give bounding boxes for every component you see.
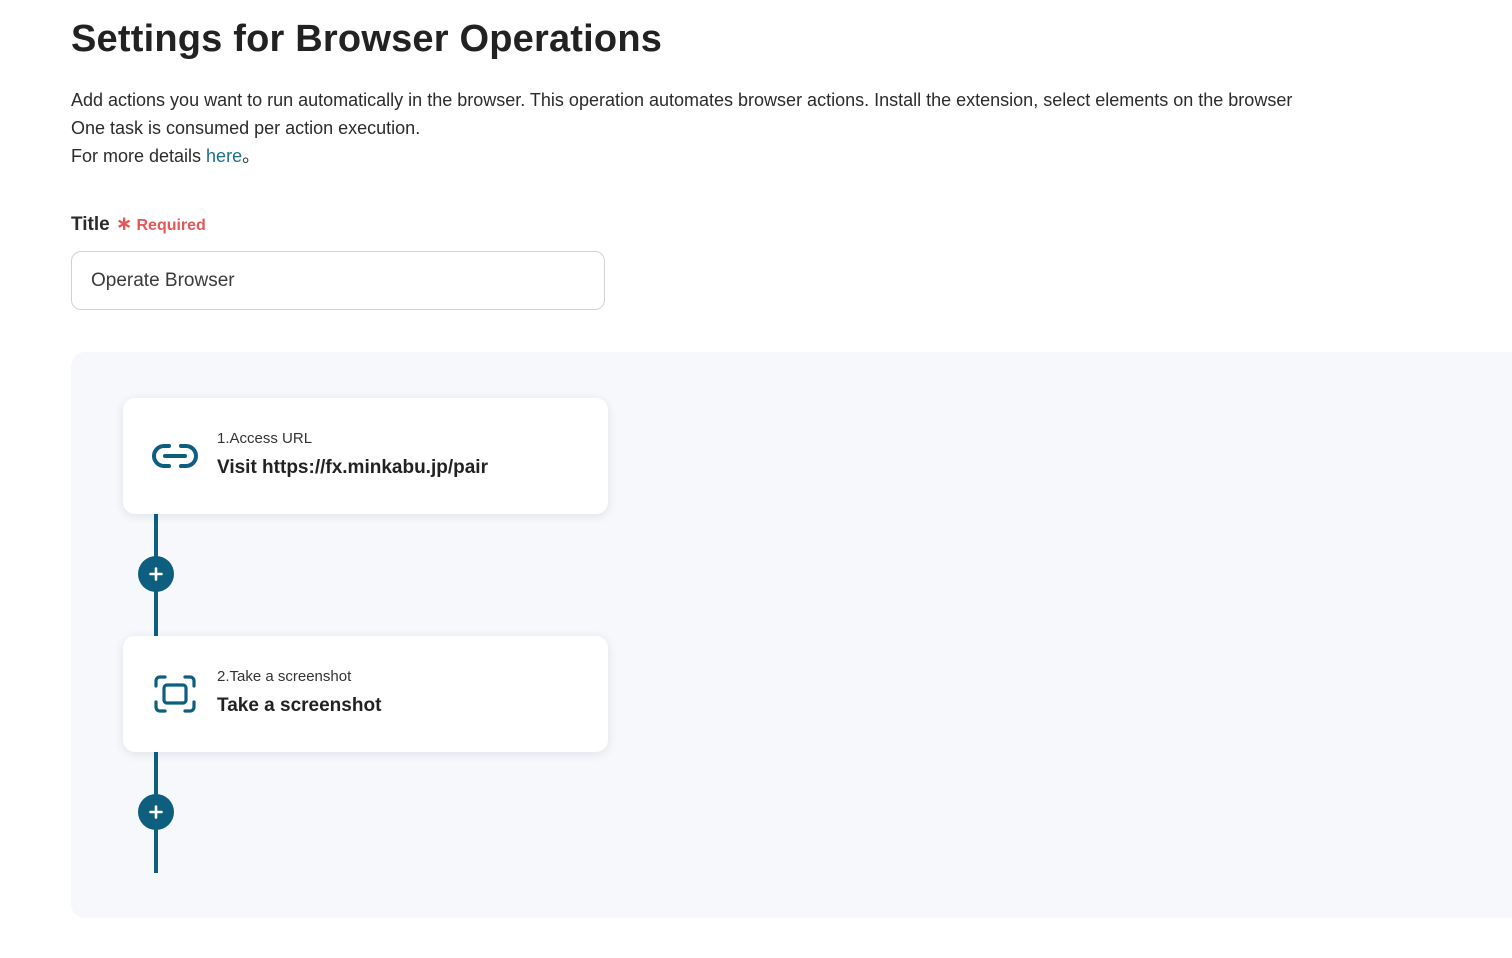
title-input[interactable]	[71, 251, 605, 310]
screenshot-icon	[149, 672, 201, 716]
step-title: Take a screenshot	[217, 695, 382, 716]
add-step-button[interactable]	[138, 794, 174, 830]
step-number-label: 1.Access URL	[217, 430, 313, 447]
required-badge: ∗ Required	[116, 214, 206, 235]
browser-operations-settings-page: Settings for Browser Operations Add acti…	[0, 0, 1512, 958]
step-title: Visit https://fx.minkabu.jp/pair	[217, 457, 488, 478]
step-card-access-url[interactable]: 1.Access URL Visit https://fx.minkabu.jp…	[123, 398, 608, 514]
title-label: Title	[71, 214, 110, 235]
required-asterisk-icon: ∗	[115, 213, 133, 235]
description-line-1: Add actions you want to run automaticall…	[71, 90, 1293, 110]
description-line-2: One task is consumed per action executio…	[71, 118, 421, 138]
link-icon	[149, 434, 201, 478]
plus-icon	[149, 567, 163, 581]
title-field-label: Title ∗ Required	[71, 214, 206, 236]
description-line-3: For more details here。	[71, 142, 1512, 170]
required-label: Required	[136, 217, 206, 234]
page-title: Settings for Browser Operations	[71, 18, 663, 60]
details-suffix: 。	[242, 146, 261, 166]
step-number-label: 2.Take a screenshot	[217, 668, 352, 685]
step-card-take-screenshot[interactable]: 2.Take a screenshot Take a screenshot	[123, 636, 608, 752]
plus-icon	[149, 805, 163, 819]
add-step-button[interactable]	[138, 556, 174, 592]
description: Add actions you want to run automaticall…	[71, 86, 1512, 170]
details-prefix: For more details	[71, 146, 207, 166]
details-link[interactable]: here	[206, 146, 242, 166]
